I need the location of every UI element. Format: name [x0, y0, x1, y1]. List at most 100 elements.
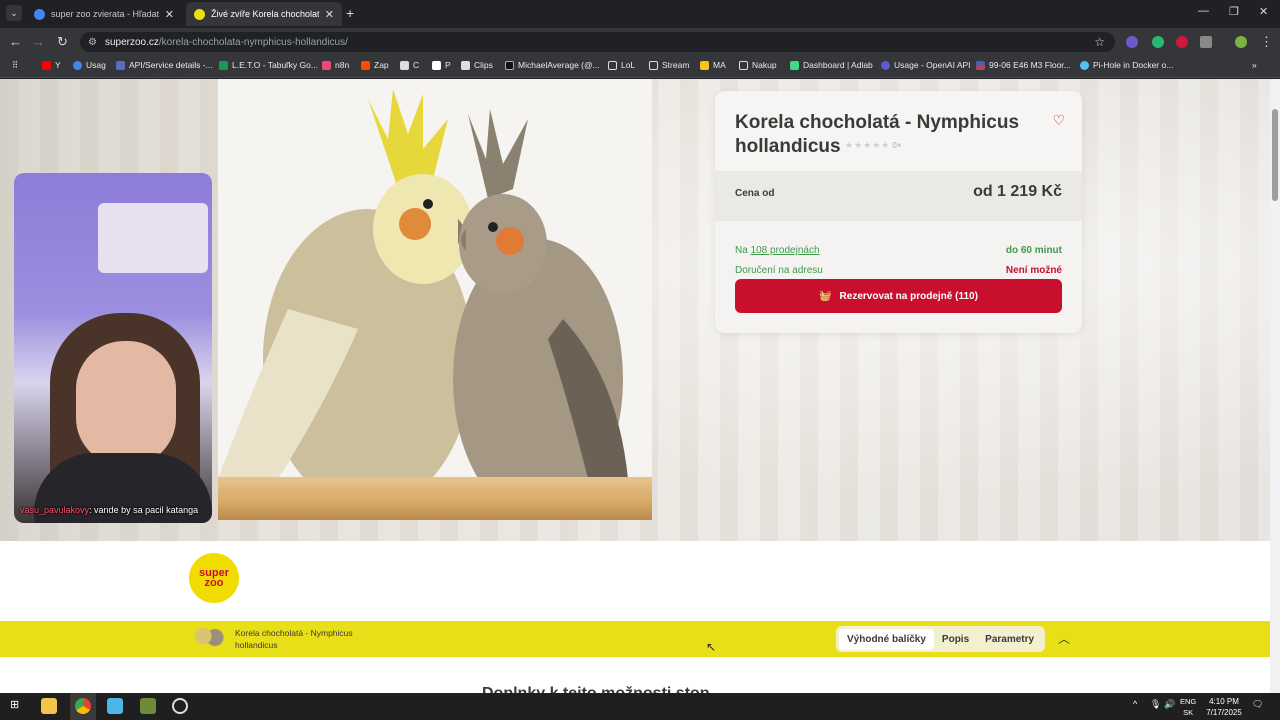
obs-icon[interactable] [172, 698, 188, 714]
app-icon[interactable] [140, 698, 156, 714]
bmw-icon [976, 60, 985, 70]
speaker-icon[interactable]: 🔊 [1164, 699, 1175, 710]
extension-icon[interactable] [1126, 36, 1138, 48]
url-path: /korela-chocholata-nymphicus-hollandicus… [158, 36, 348, 48]
app-icon[interactable] [107, 698, 123, 714]
price-label: Cena od [735, 188, 775, 199]
reserve-button[interactable]: 🧺 Rezervovat na prodejně (110) [735, 279, 1062, 313]
rating-count: 0× [892, 141, 902, 150]
url-domain: superzoo.cz [104, 36, 159, 48]
bookmark-item[interactable]: MichaelAverage (@... [505, 60, 600, 70]
windows-start-icon[interactable]: ⊞ [10, 698, 19, 711]
bookmark-item[interactable]: Dashboard | Adlab [790, 60, 873, 70]
bookmark-item[interactable]: Pi-Hole in Docker o... [1080, 60, 1173, 70]
scrollbar-thumb[interactable] [1272, 109, 1278, 201]
browser-toolbar: ← → ↻ ⚙ superzoo.cz /korela-chocholata-n… [0, 28, 1280, 56]
price-value: od 1 219 Kč [973, 183, 1062, 200]
forward-icon[interactable]: → [32, 34, 45, 50]
tray-chevron-up-icon[interactable]: ^ [1133, 699, 1137, 709]
zapier-icon [361, 60, 370, 70]
bookmark-item[interactable]: C [400, 60, 419, 70]
windows-taskbar: ⊞ ^ 🎙 🔊 ENG SK 4:10 PM 7/17/2025 🗨 [0, 693, 1280, 720]
openai-icon [881, 60, 890, 70]
tab-strip: ⌄ super zoo zvierata - Hľadať Go ✕ Živé … [0, 0, 1280, 28]
bookmark-icon [432, 60, 441, 70]
availability-stores: Na 108 prodejnách do 60 minut [735, 245, 1062, 256]
back-icon[interactable]: ← [9, 34, 22, 50]
reload-icon[interactable]: ↻ [57, 34, 68, 50]
file-explorer-icon[interactable] [41, 698, 57, 714]
window-close-icon[interactable]: ✕ [1259, 5, 1268, 18]
product-thumbnail [189, 624, 229, 654]
mouse-cursor-icon: ↖ [706, 640, 717, 654]
chat-message: vasu_pavulakovy: vande by sa pacil katan… [20, 503, 198, 517]
api-icon [116, 60, 125, 70]
tab-title: super zoo zvierata - Hľadať Go [51, 9, 159, 19]
sticky-product-bar: Korela chocholatá - Nymphicus hollandicu… [0, 621, 1270, 657]
page-scrollbar[interactable] [1270, 79, 1280, 693]
system-clock[interactable]: 4:10 PM 7/17/2025 [1200, 696, 1248, 718]
close-icon[interactable]: ✕ [325, 8, 334, 21]
close-icon[interactable]: ✕ [165, 8, 174, 21]
bookmark-item[interactable]: LoL [608, 60, 635, 70]
stores-link[interactable]: 108 prodejnách [751, 245, 820, 256]
extension-icon[interactable] [1176, 36, 1188, 48]
n8n-icon [322, 60, 331, 70]
superzoo-logo[interactable]: super zoo [189, 553, 239, 603]
minimize-icon[interactable]: — [1198, 5, 1209, 17]
tab-popis[interactable]: Popis [934, 629, 977, 650]
extensions-puzzle-icon[interactable] [1200, 36, 1212, 48]
extension-icon[interactable] [1152, 36, 1164, 48]
adlab-icon [790, 60, 799, 70]
bookmark-item[interactable]: 99-06 E46 M3 Floor... [976, 60, 1071, 70]
product-info-card: Korela chocholatá - Nymphicus hollandicu… [715, 91, 1082, 333]
background-shelf [98, 203, 208, 273]
webcam-overlay: vasu_pavulakovy: vande by sa pacil katan… [14, 173, 212, 523]
restore-icon[interactable]: ❐ [1229, 5, 1239, 18]
bookmark-item[interactable]: MA [700, 60, 726, 70]
notifications-icon[interactable]: 🗨 [1252, 699, 1263, 710]
bookmark-item[interactable]: Nakup [739, 60, 777, 70]
folder-icon [739, 60, 748, 70]
tab-parametry[interactable]: Parametry [977, 629, 1042, 650]
bookmark-item[interactable]: API/Service details -... [116, 60, 213, 70]
sheets-icon [219, 60, 228, 70]
bookmark-item[interactable]: Y [42, 60, 61, 70]
delivery-label: Doručení na adresu [735, 265, 823, 276]
new-tab-button[interactable]: + [346, 5, 354, 21]
chevron-up-icon[interactable]: ︿ [1058, 630, 1070, 647]
bookmark-star-icon[interactable]: ☆ [1094, 35, 1105, 49]
sticky-product-name: Korela chocholatá - Nymphicus hollandicu… [235, 628, 353, 650]
page-viewport: vasu_pavulakovy: vande by sa pacil katan… [0, 79, 1280, 693]
product-image[interactable] [218, 79, 652, 520]
tab-vyhodne-balicky[interactable]: Výhodné balíčky [839, 628, 934, 650]
language-indicator[interactable]: ENG SK [1180, 696, 1196, 718]
bookmarks-overflow-button[interactable]: » [1252, 60, 1257, 70]
folder-icon [649, 60, 658, 70]
rating[interactable]: ★★★★★ 0× [845, 140, 901, 151]
bookmark-item[interactable]: Usag [73, 60, 106, 70]
tiktok-icon [505, 60, 514, 70]
bookmark-item[interactable]: Clips [461, 60, 493, 70]
cockatiels-illustration [218, 89, 628, 519]
apps-grid-icon[interactable]: ⠿ [12, 60, 18, 71]
address-bar[interactable]: ⚙ superzoo.cz /korela-chocholata-nymphic… [80, 32, 1115, 52]
tab-google-search[interactable]: super zoo zvierata - Hľadať Go ✕ [26, 2, 182, 26]
chrome-icon[interactable] [75, 698, 91, 714]
tab-search-button[interactable]: ⌄ [6, 5, 22, 21]
bookmark-item[interactable]: Stream [649, 60, 689, 70]
google-icon [73, 60, 82, 70]
heart-icon[interactable]: ♡ [1052, 112, 1065, 129]
tab-superzoo[interactable]: Živé zvíře Korela chocholatá - N ✕ [186, 2, 342, 26]
bookmark-item[interactable]: Zap [361, 60, 389, 70]
site-info-icon[interactable]: ⚙ [88, 37, 97, 48]
section-tabs: Výhodné balíčky Popis Parametry [836, 626, 1046, 652]
bookmark-item[interactable]: Usage - OpenAI API [881, 60, 971, 70]
rating-stars: ★★★★★ [845, 140, 891, 150]
more-menu-icon[interactable]: ⋮ [1260, 34, 1273, 50]
bookmark-item[interactable]: n8n [322, 60, 349, 70]
bookmark-item[interactable]: L.E.T.O - Tabuľky Go... [219, 60, 318, 70]
bookmark-item[interactable]: P [432, 60, 451, 70]
microphone-icon[interactable]: 🎙 [1150, 699, 1161, 710]
profile-avatar[interactable] [1235, 36, 1247, 48]
